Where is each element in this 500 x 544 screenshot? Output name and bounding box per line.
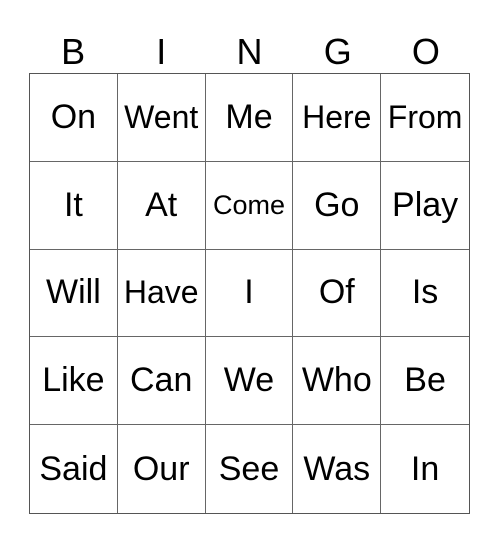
- bingo-cell[interactable]: Who: [293, 337, 382, 426]
- header-letter-b: B: [61, 31, 86, 72]
- bingo-cell[interactable]: From: [381, 74, 469, 162]
- bingo-cell[interactable]: We: [205, 337, 294, 426]
- bingo-cell[interactable]: Be: [381, 337, 469, 426]
- bingo-cell[interactable]: Go: [293, 161, 382, 250]
- bingo-cell[interactable]: In: [381, 425, 469, 513]
- bingo-cell[interactable]: Me: [205, 74, 294, 162]
- bingo-cell[interactable]: Was: [293, 425, 382, 513]
- bingo-cell[interactable]: Said: [30, 425, 118, 513]
- bingo-cell[interactable]: Like: [30, 337, 118, 426]
- bingo-cell[interactable]: Our: [118, 425, 206, 513]
- bingo-cell[interactable]: Here: [293, 74, 382, 162]
- header-letter-i: I: [156, 31, 167, 72]
- bingo-cell[interactable]: Have: [117, 249, 206, 338]
- bingo-grid: On Went Me Here From It At Come Go Play …: [29, 73, 470, 514]
- bingo-cell[interactable]: Play: [381, 162, 469, 250]
- header-letter-g: G: [323, 31, 352, 72]
- header-letter-n: N: [236, 31, 263, 72]
- header-letter-o: O: [411, 31, 440, 72]
- bingo-cell[interactable]: Went: [117, 74, 206, 162]
- bingo-cell[interactable]: Is: [381, 250, 469, 338]
- bingo-cell[interactable]: Of: [293, 249, 382, 338]
- bingo-cell[interactable]: Come: [205, 161, 294, 250]
- bingo-header: B I N G O: [29, 30, 470, 73]
- bingo-cell[interactable]: Will: [30, 249, 118, 338]
- bingo-cell[interactable]: See: [206, 425, 294, 513]
- bingo-cell[interactable]: Can: [117, 337, 206, 426]
- bingo-cell[interactable]: On: [30, 74, 118, 162]
- bingo-cell[interactable]: It: [30, 161, 118, 250]
- bingo-cell[interactable]: I: [205, 249, 294, 338]
- bingo-cell[interactable]: At: [117, 161, 206, 250]
